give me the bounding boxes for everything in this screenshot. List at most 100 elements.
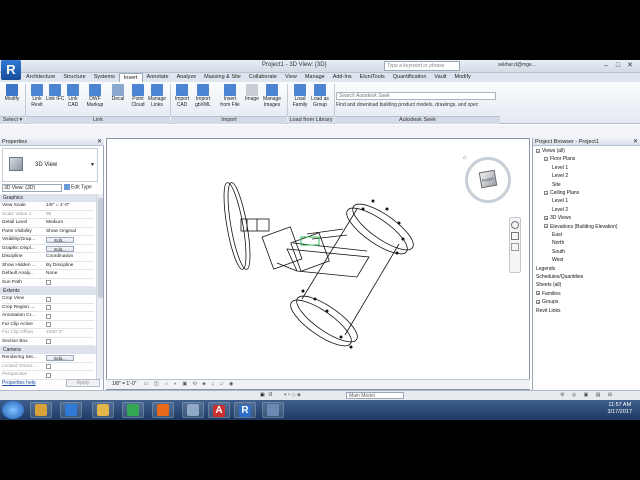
property-value[interactable] xyxy=(44,304,94,312)
tab-architecture[interactable]: Architecture xyxy=(22,73,59,82)
property-value[interactable] xyxy=(44,363,94,371)
tab-insert[interactable]: Insert xyxy=(118,73,143,82)
import-gbxml-button[interactable]: Import gbXML xyxy=(193,84,213,108)
property-value[interactable] xyxy=(44,279,94,287)
property-value[interactable]: Show Original xyxy=(44,228,94,236)
browser-item[interactable]: Revit Links xyxy=(536,308,560,314)
minimize-icon[interactable]: – xyxy=(600,62,612,69)
property-row[interactable]: Show Hidden ... By Discipline xyxy=(2,262,94,270)
taskbar-app-icon[interactable] xyxy=(152,402,174,418)
browser-item[interactable]: Legends xyxy=(536,266,555,272)
tab-elunitools[interactable]: EluniTools xyxy=(356,73,389,82)
autodesk-seek-search-input[interactable]: Search Autodesk Seek xyxy=(336,92,496,100)
tab-quantification[interactable]: Quantification xyxy=(389,73,431,82)
property-value[interactable] xyxy=(44,312,94,320)
section-graphics[interactable]: Graphics xyxy=(0,194,96,202)
help-search-input[interactable]: Type a keyword or phrase xyxy=(384,61,460,71)
zoom-icon[interactable] xyxy=(511,232,519,240)
browser-item[interactable]: South xyxy=(552,249,565,255)
browser-item[interactable]: North xyxy=(552,240,564,246)
link-cad-button[interactable]: Link CAD xyxy=(63,84,83,108)
property-value[interactable] xyxy=(44,295,94,303)
collapse-icon[interactable]: − xyxy=(544,224,548,229)
collapse-icon[interactable]: − xyxy=(544,157,548,162)
link-revit-button[interactable]: Link Revit xyxy=(27,84,47,108)
taskbar-app-icon[interactable] xyxy=(92,402,114,418)
point-cloud-button[interactable]: Point Cloud xyxy=(128,84,148,108)
property-row[interactable]: Detail Level Medium xyxy=(2,219,94,228)
browser-item[interactable]: Sheets (all) xyxy=(536,282,561,288)
property-value[interactable]: None xyxy=(44,270,94,278)
property-value[interactable] xyxy=(44,371,94,379)
tab-analyze[interactable]: Analyze xyxy=(173,73,201,82)
selection-filter-icons[interactable]: ⚙ ◎ ▣ ▤ ⊞ xyxy=(560,391,615,400)
collapse-icon[interactable]: − xyxy=(536,148,540,153)
tab-modify[interactable]: Modify xyxy=(451,73,475,82)
design-option-selector[interactable]: Main Model xyxy=(346,392,404,399)
taskbar-app-icon[interactable] xyxy=(122,402,144,418)
dwf-markup-button[interactable]: DWF Markup xyxy=(85,84,105,108)
system-clock[interactable]: 11:57 AM 3/17/2017 xyxy=(608,402,632,416)
app-menu-button[interactable]: R xyxy=(1,60,21,80)
scrollbar-thumb[interactable] xyxy=(98,198,103,298)
collapse-icon[interactable]: − xyxy=(544,190,548,195)
taskbar-app-icon[interactable] xyxy=(60,402,82,418)
link-ifc-button[interactable]: Link IFC xyxy=(45,84,65,103)
property-checkbox[interactable] xyxy=(46,339,51,344)
property-row[interactable]: Crop Region ... xyxy=(2,304,94,312)
property-row[interactable]: Scale Value 1: 96 xyxy=(2,211,94,219)
properties-scrollbar[interactable] xyxy=(96,194,103,380)
property-value[interactable]: Coordination xyxy=(44,253,94,261)
property-row[interactable]: Default Analy... None xyxy=(2,270,94,279)
type-selector[interactable]: 3D View ▼ xyxy=(2,148,98,182)
tab-structure[interactable]: Structure xyxy=(59,73,89,82)
tab-massing-site[interactable]: Massing & Site xyxy=(200,73,245,82)
section-extents[interactable]: Extents xyxy=(0,287,96,295)
manage-images-button[interactable]: Manage Images xyxy=(262,84,282,108)
tab-annotate[interactable]: Annotate xyxy=(143,73,173,82)
property-value[interactable]: 1/8" = 1'-0" xyxy=(44,202,94,210)
property-row[interactable]: Far Clip Offset 1000' 0" xyxy=(2,329,94,338)
load-as-group-button[interactable]: Load as Group xyxy=(310,84,330,108)
browser-item[interactable]: − Floor Plans xyxy=(544,156,575,162)
close-icon[interactable]: ✕ xyxy=(633,138,638,145)
browser-item[interactable]: Level 2 xyxy=(552,173,568,179)
property-row[interactable]: Far Clip Active xyxy=(2,321,94,329)
browser-item[interactable]: +3D Views xyxy=(544,215,571,221)
taskbar-app-icon[interactable] xyxy=(182,402,204,418)
browser-item[interactable]: Level 1 xyxy=(552,165,568,171)
property-row[interactable]: View Scale 1/8" = 1'-0" xyxy=(2,202,94,211)
section-camera[interactable]: Camera xyxy=(0,346,96,354)
property-checkbox[interactable] xyxy=(46,322,51,327)
taskbar-app-icon[interactable]: R xyxy=(234,402,256,418)
browser-item[interactable]: Level 1 xyxy=(552,198,568,204)
edit-button[interactable]: Edit... xyxy=(46,237,74,243)
property-checkbox[interactable] xyxy=(46,372,51,378)
browser-item[interactable]: East xyxy=(552,232,562,238)
manage-links-button[interactable]: Manage Links xyxy=(147,84,167,108)
browser-item[interactable]: − Ceiling Plans xyxy=(544,190,579,196)
property-row[interactable]: Rendering Set... Edit... xyxy=(2,354,94,363)
browser-item[interactable]: Site xyxy=(552,182,561,188)
decal-button[interactable]: Decal xyxy=(108,84,128,103)
property-value[interactable] xyxy=(44,338,94,346)
property-row[interactable]: Visibility/Grap... Edit... xyxy=(2,236,94,245)
property-value[interactable]: 96 xyxy=(44,211,94,219)
load-family-button[interactable]: Load Family xyxy=(290,84,310,108)
tab-vault[interactable]: Vault xyxy=(430,73,450,82)
browser-item[interactable]: − Views (all) xyxy=(536,148,565,154)
browser-item[interactable]: Schedules/Quantities xyxy=(536,274,583,280)
property-value[interactable]: Medium xyxy=(44,219,94,227)
drawing-area-3d-view[interactable]: FRONT ⌂ xyxy=(106,138,530,390)
property-value[interactable] xyxy=(44,321,94,329)
browser-item[interactable]: − Elevations (Building Elevation) xyxy=(544,224,618,230)
start-button[interactable] xyxy=(2,401,24,419)
close-icon[interactable]: ✕ xyxy=(624,61,636,69)
property-value[interactable]: By Discipline xyxy=(44,262,94,270)
property-checkbox[interactable] xyxy=(46,364,51,369)
tab-add-ins[interactable]: Add-Ins xyxy=(329,73,356,82)
property-row[interactable]: Parts Visibility Show Original xyxy=(2,228,94,236)
import-cad-button[interactable]: Import CAD xyxy=(172,84,192,108)
properties-help-link[interactable]: Properties help xyxy=(2,380,36,386)
tab-view[interactable]: View xyxy=(281,73,301,82)
